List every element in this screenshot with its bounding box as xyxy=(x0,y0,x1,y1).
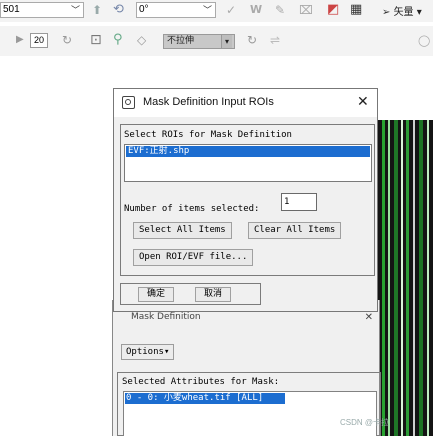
mask-definition-title: Mask Definition xyxy=(131,312,201,322)
open-roi-file-button[interactable]: Open ROI/EVF file... xyxy=(133,249,254,266)
dialog-title: Mask Definition Input ROIs xyxy=(143,96,274,108)
chevron-down-icon[interactable]: ﹀ xyxy=(71,3,80,17)
stretch-value: 不拉伸 xyxy=(167,36,195,46)
refresh-icon[interactable]: ↻ xyxy=(62,34,72,46)
cursor-vector-icon: ➢ xyxy=(382,7,394,18)
selected-attributes-label: Selected Attributes for Mask: xyxy=(122,377,280,387)
select-rois-label: Select ROIs for Mask Definition xyxy=(124,130,292,140)
reload-icon[interactable]: ↻ xyxy=(247,34,257,46)
band-combo[interactable]: 501 ﹀ xyxy=(0,2,84,18)
list-item[interactable]: EVF:正射.shp xyxy=(126,146,370,157)
roi-list[interactable]: EVF:正射.shp xyxy=(124,144,372,182)
close-icon[interactable]: ✕ xyxy=(365,312,373,323)
roi-selection-group: Select ROIs for Mask Definition EVF:正射.s… xyxy=(120,124,375,276)
view-toolbar: ▶ 20 ↻ ⊡ ⚲ ◇ 不拉伸 ▾ ↻ ⇌ ◯ xyxy=(0,26,433,56)
magnify-icon[interactable]: ⚲ xyxy=(113,33,123,46)
options-button[interactable]: Options▾ xyxy=(121,344,175,360)
grid-icon[interactable]: ▦ xyxy=(350,3,362,16)
dialog-titlebar[interactable]: Mask Definition Input ROIs ✕ xyxy=(114,89,377,117)
main-toolbar: 501 ﹀ ⬆ ⟲ 0° ﹀ ✓ W ✎ ⌧ ◩ ▦ ➢ 矢量 ▾ xyxy=(0,0,433,22)
angle-combo[interactable]: 0° ﹀ xyxy=(136,2,216,18)
language-switch[interactable]: ➢ 矢量 ▾ xyxy=(382,3,422,18)
compare-icon[interactable]: ⇌ xyxy=(270,34,280,46)
caret-down-icon: ▾ xyxy=(163,347,170,357)
check-icon[interactable]: ✓ xyxy=(226,4,236,16)
zoom-value: 20 xyxy=(33,35,44,45)
circle-icon[interactable]: ◯ xyxy=(418,35,430,46)
zoom-field[interactable]: 20 xyxy=(30,33,48,48)
cancel-button[interactable]: 取消 xyxy=(195,287,231,302)
cursor-icon[interactable]: ⬆ xyxy=(92,4,102,16)
dialog-button-bar: 确定 取消 xyxy=(120,283,261,305)
list-item[interactable]: 0 - 0: 小麦wheat.tif [ALL] xyxy=(125,393,285,404)
language-label: 矢量 xyxy=(393,7,414,18)
tag-icon[interactable]: ⌧ xyxy=(299,4,313,16)
layers-icon[interactable]: ◩ xyxy=(327,3,339,16)
mask-definition-dialog: Mask Definition ✕ Options▾ Selected Attr… xyxy=(112,300,381,436)
attributes-list[interactable]: 0 - 0: 小麦wheat.tif [ALL] xyxy=(123,391,377,436)
chevron-down-icon[interactable]: ▾ xyxy=(221,35,232,48)
app-icon xyxy=(122,96,135,109)
pan-icon[interactable]: ◇ xyxy=(137,34,146,46)
ok-button[interactable]: 确定 xyxy=(138,287,174,302)
num-items-field[interactable]: 1 xyxy=(281,193,317,211)
num-items-label: Number of items selected: xyxy=(124,204,260,214)
select-all-button[interactable]: Select All Items xyxy=(133,222,232,239)
angle-combo-value: 0° xyxy=(139,4,149,15)
play-icon[interactable]: ▶ xyxy=(16,35,24,45)
chevron-down-icon[interactable]: ﹀ xyxy=(203,3,212,17)
band-combo-value: 501 xyxy=(3,4,20,15)
mask-input-rois-dialog: Mask Definition Input ROIs ✕ Select ROIs… xyxy=(113,88,378,312)
mask-definition-titlebar: Mask Definition ✕ xyxy=(117,312,379,324)
close-icon[interactable]: ✕ xyxy=(357,94,369,110)
fit-icon[interactable]: ⊡ xyxy=(90,33,102,47)
pencil-icon[interactable]: ✎ xyxy=(275,4,285,16)
w-icon[interactable]: W xyxy=(250,4,262,15)
stretch-combo[interactable]: 不拉伸 ▾ xyxy=(163,34,235,49)
options-label: Options xyxy=(126,347,164,357)
rotate-icon[interactable]: ⟲ xyxy=(113,3,124,16)
caret-down-icon: ▾ xyxy=(413,7,422,18)
watermark: CSDN @卡拉 xyxy=(340,418,390,427)
clear-all-button[interactable]: Clear All Items xyxy=(248,222,342,239)
raster-image-view[interactable] xyxy=(378,120,433,436)
